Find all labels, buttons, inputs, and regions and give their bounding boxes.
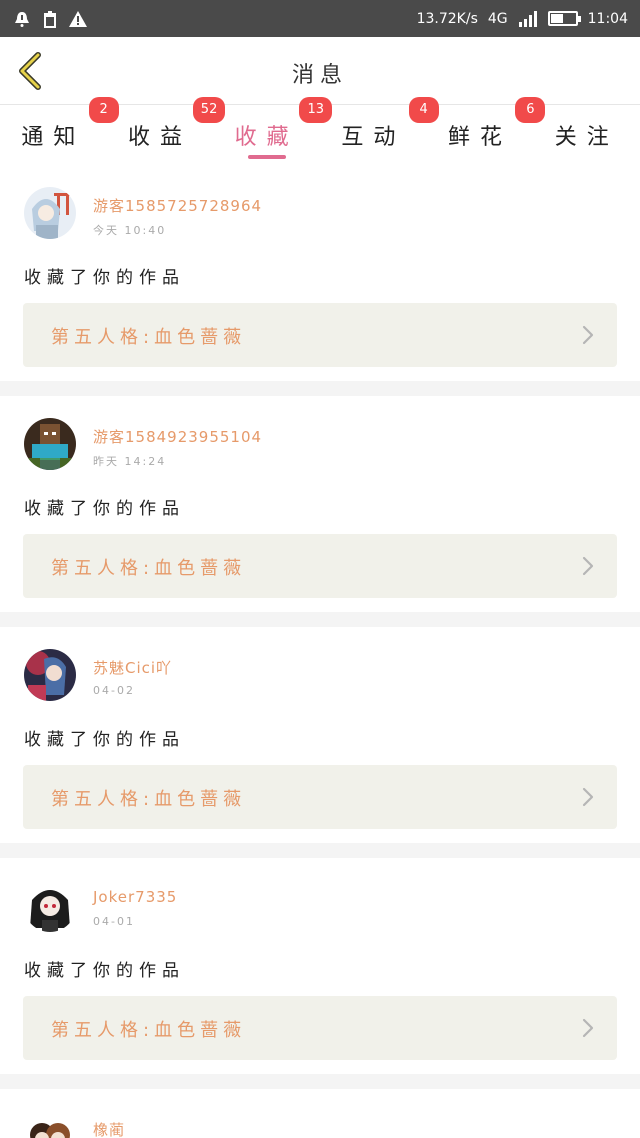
timestamp: 04-01	[93, 915, 135, 928]
username[interactable]: 苏魅Cici吖	[93, 657, 172, 678]
active-tab-indicator	[247, 155, 286, 159]
username[interactable]: Joker7335	[93, 888, 177, 906]
favorite-notification-card: 游客1584923955104 昨天 14:24 收藏了你的作品第五人格:血色蔷薇	[0, 396, 640, 612]
tab-notification[interactable]: 通知 2	[0, 97, 119, 165]
tab-label: 鲜花	[448, 125, 513, 150]
action-text: 收藏了你的作品	[24, 730, 185, 750]
tab-favorites[interactable]: 收藏 13	[213, 97, 333, 165]
tab-label: 收益	[128, 125, 193, 150]
username[interactable]: 游客1584923955104	[93, 426, 262, 447]
avatar[interactable]	[24, 418, 76, 470]
tab-bar: 通知 2 收益 52 收藏 13 互动 4 鲜花 6 关注	[0, 97, 640, 165]
clock: 11:04	[587, 10, 628, 27]
battery-icon	[547, 11, 581, 26]
chevron-right-icon	[581, 1018, 595, 1038]
warning-icon	[68, 9, 88, 29]
username[interactable]: 游客1585725728964	[93, 195, 262, 216]
tab-earnings[interactable]: 收益 52	[107, 97, 226, 165]
work-title: 第五人格:血色蔷薇	[51, 789, 247, 810]
tab-label: 收藏	[234, 125, 299, 150]
tab-interaction[interactable]: 互动 4	[320, 97, 439, 165]
work-title: 第五人格:血色蔷薇	[51, 327, 247, 348]
work-link[interactable]: 第五人格:血色蔷薇	[23, 996, 617, 1060]
action-text: 收藏了你的作品	[24, 961, 185, 981]
work-title: 第五人格:血色蔷薇	[51, 1020, 247, 1041]
chevron-right-icon	[581, 787, 595, 807]
timestamp: 04-02	[93, 684, 135, 697]
work-link[interactable]: 第五人格:血色蔷薇	[23, 765, 617, 829]
action-text: 收藏了你的作品	[24, 268, 185, 288]
page-title: 消息	[291, 63, 348, 88]
tab-label: 通知	[21, 125, 86, 150]
alarm-icon	[12, 9, 32, 29]
timestamp: 昨天 14:24	[93, 455, 167, 468]
trash-icon	[40, 9, 60, 29]
username[interactable]: 橡蔺	[93, 1119, 125, 1138]
chevron-right-icon	[581, 325, 595, 345]
favorite-notification-card: 橡蔺	[0, 1089, 640, 1138]
header: 消息	[0, 37, 640, 105]
action-text: 收藏了你的作品	[24, 499, 185, 519]
network-speed: 13.72K/s	[416, 10, 478, 27]
avatar[interactable]	[24, 880, 76, 932]
timestamp: 今天 10:40	[93, 224, 167, 237]
tab-label: 互动	[341, 125, 406, 150]
avatar[interactable]	[24, 187, 76, 239]
favorite-notification-card: Joker7335 04-01 收藏了你的作品第五人格:血色蔷薇	[0, 858, 640, 1074]
tab-flowers[interactable]: 鲜花 6	[427, 97, 546, 165]
work-link[interactable]: 第五人格:血色蔷薇	[23, 303, 617, 367]
chevron-right-icon	[581, 556, 595, 576]
message-list: 游客1585725728964 今天 10:40 收藏了你的作品 第五人格:血色蔷薇游…	[0, 165, 640, 1138]
tab-label: 关注	[554, 125, 619, 150]
signal-icon	[518, 9, 538, 29]
avatar[interactable]	[24, 649, 76, 701]
favorite-notification-card: 苏魅Cici吖 04-02 收藏了你的作品第五人格:血色蔷薇	[0, 627, 640, 843]
work-title: 第五人格:血色蔷薇	[51, 558, 247, 579]
avatar[interactable]	[24, 1111, 76, 1138]
tab-follow[interactable]: 关注	[533, 105, 640, 165]
network-type: 4G	[487, 10, 508, 27]
favorite-notification-card: 游客1585725728964 今天 10:40 收藏了你的作品第五人格:血色蔷薇	[0, 165, 640, 381]
work-link[interactable]: 第五人格:血色蔷薇	[23, 534, 617, 598]
status-bar: 13.72K/s 4G 11:04	[0, 0, 640, 37]
